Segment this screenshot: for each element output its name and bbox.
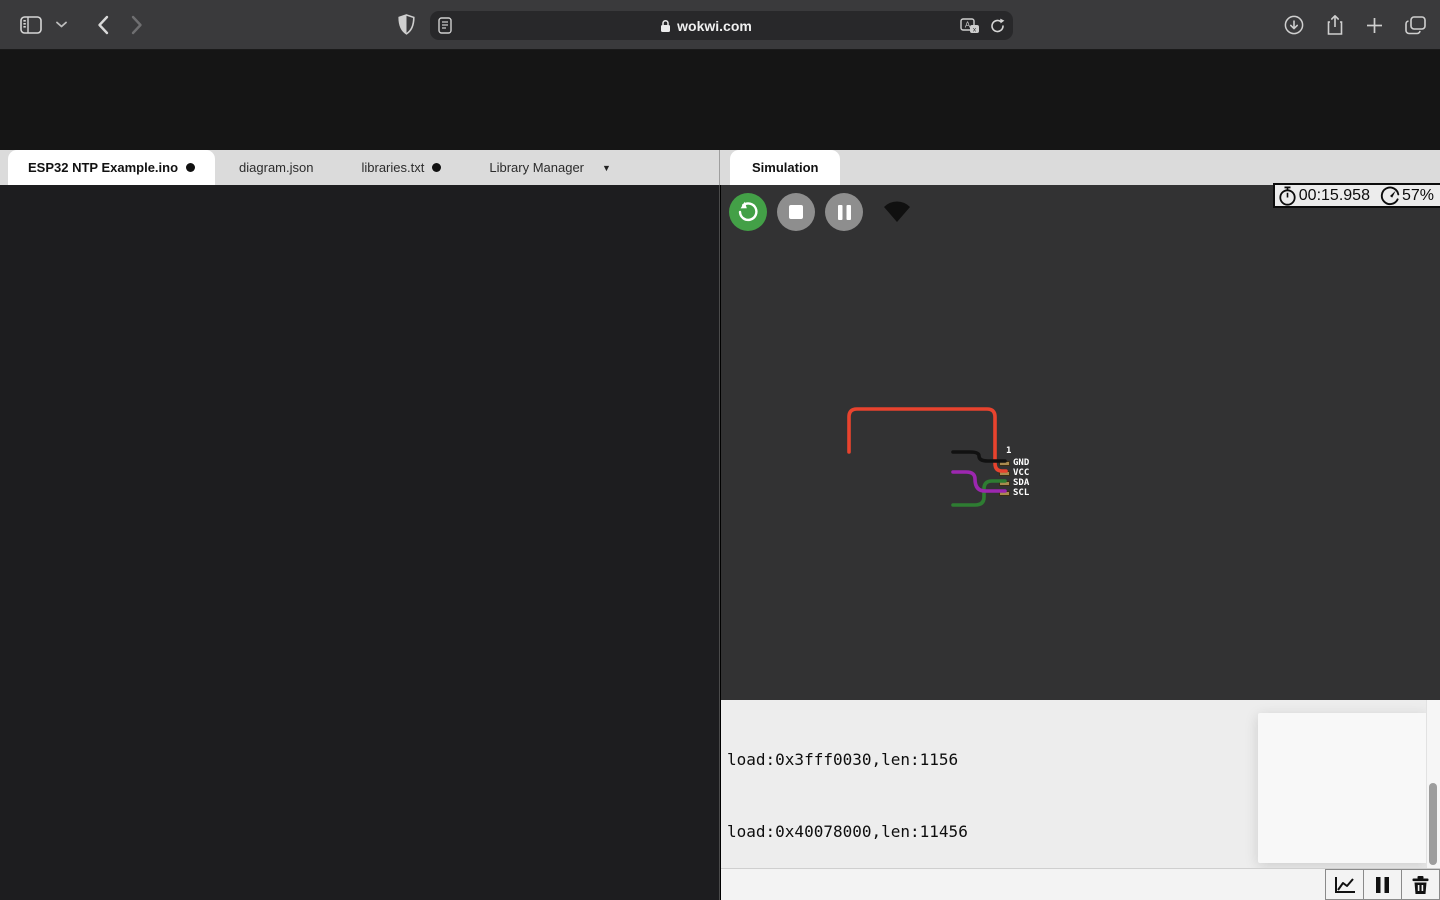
address-url[interactable]: wokwi.com xyxy=(677,18,752,34)
lcd-pin-gnd[interactable]: GND xyxy=(999,458,1029,468)
downloads-icon[interactable] xyxy=(1284,15,1304,35)
tab-label: libraries.txt xyxy=(361,160,424,175)
gauge-icon xyxy=(1380,186,1400,206)
lcd-pin-number: 1 xyxy=(1006,446,1011,456)
privacy-shield-icon[interactable] xyxy=(398,14,415,35)
plot-button[interactable] xyxy=(1325,869,1364,900)
tab-label: Simulation xyxy=(752,160,818,175)
pause-output-button[interactable] xyxy=(1363,869,1402,900)
editor-tabbar: ESP32 NTP Example.ino diagram.json libra… xyxy=(0,150,720,185)
tab-simulation[interactable]: Simulation xyxy=(730,150,840,185)
tab-overview-icon[interactable] xyxy=(1405,16,1426,35)
back-button-icon[interactable] xyxy=(97,15,109,35)
pause-simulation-button[interactable] xyxy=(825,193,863,231)
stopwatch-icon xyxy=(1278,186,1297,206)
restart-simulation-button[interactable] xyxy=(729,193,767,231)
lcd-pin-scl[interactable]: SCL xyxy=(999,488,1029,498)
page: wokwi.com Ax xyxy=(0,0,1440,900)
code-editor-pane[interactable] xyxy=(0,185,720,900)
elapsed-time: 00:15.958 xyxy=(1299,187,1370,205)
svg-text:A: A xyxy=(965,20,971,29)
new-tab-icon[interactable] xyxy=(1366,17,1383,34)
share-icon[interactable] xyxy=(1326,14,1344,36)
floating-panel xyxy=(1258,713,1428,863)
modified-dot xyxy=(432,163,441,172)
forward-button-icon[interactable] xyxy=(131,15,143,35)
simulation-tabbar: Simulation xyxy=(720,150,1439,185)
tab-libraries-txt[interactable]: libraries.txt xyxy=(337,150,465,185)
reader-view-icon[interactable] xyxy=(438,17,452,34)
simulation-pane: 00:15.958 57% ESP32 xyxy=(721,185,1440,700)
stop-simulation-button[interactable] xyxy=(777,193,815,231)
tab-ino-file[interactable]: ESP32 NTP Example.ino xyxy=(8,150,215,185)
sidebar-toggle-icon[interactable] xyxy=(20,16,42,34)
serial-monitor[interactable]: load:0x3fff0030,len:1156 load:0x40078000… xyxy=(721,700,1440,868)
chevron-down-icon: ▼ xyxy=(602,163,611,173)
reload-icon[interactable] xyxy=(990,18,1005,34)
tab-label: ESP32 NTP Example.ino xyxy=(28,160,178,175)
cpu-load: 57% xyxy=(1402,187,1434,205)
tab-diagram-json[interactable]: diagram.json xyxy=(215,150,337,185)
address-bar[interactable]: wokwi.com Ax xyxy=(430,11,1013,40)
scrollbar-thumb[interactable] xyxy=(1429,783,1437,865)
lcd-pin-vcc[interactable]: VCC xyxy=(999,468,1029,478)
lock-icon xyxy=(660,19,671,33)
browser-toolbar: wokwi.com Ax xyxy=(0,0,1440,50)
clear-output-button[interactable] xyxy=(1401,869,1440,900)
toolbar-left xyxy=(0,15,410,35)
translate-icon[interactable]: Ax xyxy=(960,18,980,34)
tab-label: Library Manager xyxy=(489,160,584,175)
serial-scrollbar[interactable] xyxy=(1426,700,1440,868)
tab-label: diagram.json xyxy=(239,160,313,175)
modified-dot xyxy=(186,163,195,172)
performance-meter: 00:15.958 57% xyxy=(1273,183,1440,208)
tab-library-manager[interactable]: Library Manager ▼ xyxy=(465,150,635,185)
lcd-pin-sda[interactable]: SDA xyxy=(999,478,1029,488)
address-text-group: wokwi.com xyxy=(452,18,960,34)
serial-toolbar xyxy=(721,868,1440,900)
wifi-status-icon[interactable] xyxy=(883,201,911,223)
toolbar-right xyxy=(1284,0,1426,50)
page-header-strip xyxy=(0,50,1440,150)
simulation-controls xyxy=(729,193,911,231)
sidebar-chevron-down-icon[interactable] xyxy=(56,21,67,28)
tab-bars: ESP32 NTP Example.ino diagram.json libra… xyxy=(0,150,1440,185)
